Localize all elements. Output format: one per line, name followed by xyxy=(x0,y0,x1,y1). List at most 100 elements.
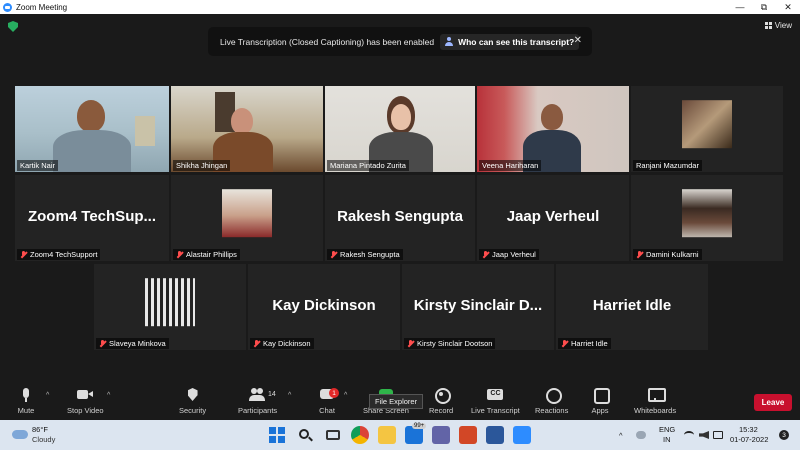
battery-icon[interactable] xyxy=(713,431,723,439)
banner-link-text: Who can see this transcript? xyxy=(458,36,575,47)
video-options-caret[interactable]: ^ xyxy=(107,392,110,399)
participant-tile[interactable]: Veena Hariharan xyxy=(477,86,629,172)
onedrive-icon[interactable] xyxy=(636,431,646,439)
clock-time[interactable]: 15:32 xyxy=(739,425,758,434)
reactions-label: Reactions xyxy=(535,406,569,415)
participant-display-name: Kirsty Sinclair D... xyxy=(413,296,543,314)
file-explorer-tooltip: File Explorer xyxy=(369,394,424,409)
avatar xyxy=(145,278,195,327)
audio-options-caret[interactable]: ^ xyxy=(46,392,49,399)
region-indicator: IN xyxy=(663,435,671,444)
participant-name-label: Harriet Idle xyxy=(558,338,611,349)
mic-muted-icon xyxy=(407,339,414,348)
search-icon[interactable] xyxy=(296,426,314,444)
powerpoint-icon[interactable] xyxy=(459,426,477,444)
participant-name-label: Slaveya Minkova xyxy=(96,338,169,349)
security-label: Security xyxy=(179,406,207,415)
reactions-button[interactable]: Reactions xyxy=(535,388,568,415)
participant-name-label: Ranjani Mazumdar xyxy=(633,160,702,171)
apps-icon xyxy=(591,388,610,404)
windows-taskbar: 86°F Cloudy 99+ ^ ENG IN 15:32 01-07-202… xyxy=(0,420,800,450)
whiteboard-icon xyxy=(646,388,667,402)
banner-text: Live Transcription (Closed Captioning) h… xyxy=(220,36,435,47)
record-button[interactable]: Record xyxy=(429,388,453,415)
whiteboards-button[interactable]: Whiteboards xyxy=(634,388,676,415)
teams-icon[interactable] xyxy=(432,426,450,444)
clock-date[interactable]: 01-07-2022 xyxy=(730,435,768,444)
apps-label: Apps xyxy=(591,406,609,415)
zoom-taskbar-icon[interactable] xyxy=(513,426,531,444)
participant-tile[interactable]: Jaap Verheul Jaap Verheul xyxy=(477,175,629,261)
minimize-button[interactable]: — xyxy=(728,0,752,14)
close-window-button[interactable]: ✕ xyxy=(776,0,800,14)
leave-button[interactable]: Leave xyxy=(754,394,792,411)
participants-icon xyxy=(248,388,267,402)
participant-tile[interactable]: Harriet Idle Harriet Idle xyxy=(556,264,708,350)
wifi-icon[interactable] xyxy=(684,431,694,439)
word-icon[interactable] xyxy=(486,426,504,444)
participants-options-caret[interactable]: ^ xyxy=(288,392,291,399)
cc-text: CC xyxy=(490,390,501,397)
participant-display-name: Harriet Idle xyxy=(592,296,672,314)
grid-view-icon xyxy=(764,22,772,29)
transcript-visibility-link[interactable]: Who can see this transcript? xyxy=(440,33,580,50)
apps-button[interactable]: Apps xyxy=(591,388,610,415)
participant-name-label: Rakesh Sengupta xyxy=(327,249,403,260)
participant-tile[interactable]: Rakesh Sengupta Rakesh Sengupta xyxy=(325,175,475,261)
speaker-icon[interactable] xyxy=(699,431,709,439)
security-button[interactable]: Security xyxy=(179,388,206,415)
participant-tile[interactable]: Kirsty Sinclair D... Kirsty Sinclair Doo… xyxy=(402,264,554,350)
mute-button[interactable]: Mute xyxy=(17,388,35,415)
participant-tile[interactable]: Ranjani Mazumdar xyxy=(631,86,783,172)
windows-start-icon[interactable] xyxy=(268,426,286,444)
avatar xyxy=(682,100,732,149)
live-transcript-label: Live Transcript xyxy=(471,406,520,415)
maximize-button[interactable]: ⧉ xyxy=(752,0,776,14)
language-indicator[interactable]: ENG xyxy=(659,425,675,434)
window-controls: — ⧉ ✕ xyxy=(728,0,800,14)
participant-tile[interactable]: Kartik Nair xyxy=(15,86,169,172)
mic-muted-icon xyxy=(482,250,489,259)
file-explorer-icon[interactable] xyxy=(378,426,396,444)
whiteboards-label: Whiteboards xyxy=(634,406,677,415)
record-icon xyxy=(432,388,452,404)
participant-tile[interactable]: Shikha Jhingan xyxy=(171,86,323,172)
tray-overflow-caret[interactable]: ^ xyxy=(619,431,623,440)
closed-caption-icon: CC xyxy=(486,388,504,402)
chat-unread-badge: 1 xyxy=(329,388,339,398)
chrome-icon[interactable] xyxy=(351,426,369,444)
participant-display-name: Zoom4 TechSup... xyxy=(27,207,157,225)
mic-muted-icon xyxy=(636,250,643,259)
title-bar: Zoom Meeting — ⧉ ✕ xyxy=(0,0,800,14)
mic-muted-icon xyxy=(561,339,568,348)
participant-tile[interactable]: Damini Kulkarni xyxy=(631,175,783,261)
participant-tile[interactable]: Mariana Pintado Zurita xyxy=(325,86,475,172)
chat-options-caret[interactable]: ^ xyxy=(344,392,347,399)
participant-name-label: Shikha Jhingan xyxy=(173,160,231,171)
weather-temperature: 86°F xyxy=(32,425,48,434)
view-button[interactable]: View xyxy=(764,19,792,32)
participant-tile[interactable]: Kay Dickinson Kay Dickinson xyxy=(248,264,400,350)
person-icon xyxy=(445,37,454,46)
live-transcript-button[interactable]: CC Live Transcript xyxy=(471,388,520,415)
participant-name-label: Jaap Verheul xyxy=(479,249,539,260)
participant-tile[interactable]: Zoom4 TechSup... Zoom4 TechSupport xyxy=(15,175,169,261)
security-shield-icon xyxy=(184,388,202,402)
stop-video-button[interactable]: Stop Video xyxy=(67,388,104,415)
participant-name-label: Veena Hariharan xyxy=(479,160,542,171)
cloud-icon[interactable] xyxy=(12,430,28,439)
participant-tile[interactable]: Alastair Phillips xyxy=(171,175,323,261)
mic-muted-icon xyxy=(176,250,183,259)
stop-video-label: Stop Video xyxy=(67,406,104,415)
participants-count: 14 xyxy=(268,391,276,398)
notification-count[interactable]: 3 xyxy=(779,430,789,440)
participant-name-label: Kay Dickinson xyxy=(250,338,314,349)
participant-tile[interactable]: Slaveya Minkova xyxy=(94,264,246,350)
participants-label: Participants xyxy=(238,406,278,415)
encryption-shield-icon[interactable] xyxy=(8,21,18,32)
smiley-icon xyxy=(543,388,562,404)
task-view-icon[interactable] xyxy=(324,426,342,444)
banner-close-button[interactable]: ✕ xyxy=(574,35,582,46)
participant-name-label: Alastair Phillips xyxy=(173,249,240,260)
weather-condition: Cloudy xyxy=(32,435,56,444)
